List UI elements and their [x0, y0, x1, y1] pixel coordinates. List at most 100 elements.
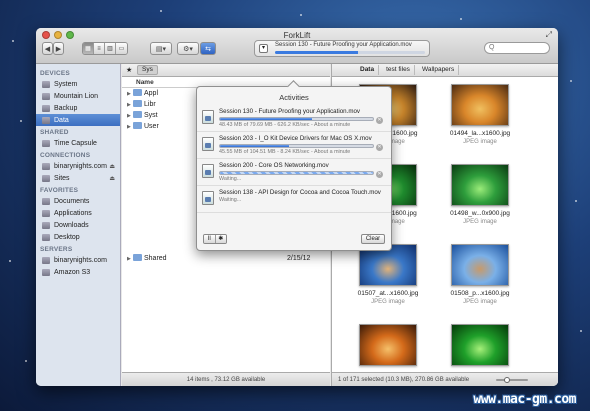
task-info: 48.43 MB of 79.69 MB - 626.2 KB/sec - Ab… — [219, 122, 351, 128]
image-thumbnail[interactable] — [451, 324, 509, 366]
icon-view-icon[interactable]: ▦ — [83, 43, 94, 54]
zoom-slider[interactable] — [496, 377, 528, 383]
sidebar-item[interactable]: Mountain Lion — [36, 90, 120, 102]
sidebar-item[interactable]: Data — [36, 114, 120, 126]
activity-task[interactable]: Session 200 - Core OS Networking.mov ✕ Wai… — [197, 159, 391, 186]
left-pane-tab[interactable]: Sys — [137, 65, 158, 75]
thumbnail-item[interactable]: 01507_at...x1600.jpg JPEG image — [346, 240, 430, 320]
drive-icon — [42, 209, 50, 217]
fullscreen-icon[interactable]: ⤢ — [546, 30, 552, 40]
sidebar-item[interactable]: Backup — [36, 102, 120, 114]
thumbnail-filename: 01498_w...0x900.jpg — [450, 210, 510, 217]
thumbnail-filename: 01494_la...x1600.jpg — [449, 130, 511, 137]
task-name: Session 200 - Core OS Networking.mov — [219, 162, 329, 169]
clear-button[interactable]: Clear — [361, 234, 385, 244]
image-thumbnail[interactable] — [451, 244, 509, 286]
tab-wallpapers[interactable]: Wallpapers — [418, 65, 460, 75]
sidebar-item[interactable]: Desktop — [36, 231, 120, 243]
image-thumbnail[interactable] — [451, 164, 509, 206]
tab-data[interactable]: Data — [356, 65, 380, 75]
thumbnail-item[interactable]: 01508_p...x1600.jpg JPEG image — [438, 240, 522, 320]
image-thumbnail[interactable] — [451, 84, 509, 126]
column-view-icon[interactable]: ▥ — [105, 43, 116, 54]
activities-list: Session 130 - Future Proofing your Appli… — [197, 105, 391, 213]
movie-file-icon — [202, 137, 214, 151]
back-button[interactable]: ◀ — [42, 42, 53, 55]
folder-icon — [133, 254, 142, 261]
activity-label: Session 130 - Future Proofing your Appli… — [275, 42, 412, 48]
action-button[interactable]: ⚙▾ — [177, 42, 199, 55]
activity-task[interactable]: Session 138 - API Design for Cocoa and C… — [197, 186, 391, 213]
activity-progress — [275, 51, 425, 54]
sidebar-item-label: Mountain Lion — [54, 92, 98, 100]
eject-icon[interactable]: ⏏ — [109, 163, 115, 170]
coverflow-view-icon[interactable]: ▭ — [116, 43, 127, 54]
file-date: 2/15/12 — [287, 255, 311, 262]
drive-icon — [42, 233, 50, 241]
activities-popover: Activities Session 130 - Future Proofing… — [196, 86, 392, 251]
folder-icon — [133, 122, 142, 129]
drive-icon — [42, 197, 50, 205]
task-name: Session 138 - API Design for Cocoa and C… — [219, 189, 381, 196]
gear-button[interactable]: ✱ — [215, 235, 226, 243]
right-pane-tab-bar: Data test files Wallpapers — [332, 64, 558, 77]
sidebar-item[interactable]: Time Capsule — [36, 137, 120, 149]
sidebar-item[interactable]: Applications — [36, 207, 120, 219]
sync-icon: ⇆ — [205, 45, 211, 53]
view-mode-selector[interactable]: ▦ ≡ ▥ ▭ — [82, 42, 128, 55]
sidebar-item[interactable]: binarynights.com ⏏ — [36, 160, 120, 172]
arrange-button[interactable]: ▤▾ — [150, 42, 172, 55]
favorite-star-icon[interactable]: ★ — [126, 66, 134, 74]
folder-icon — [133, 100, 142, 107]
stop-icon[interactable]: ✕ — [376, 117, 383, 124]
sidebar-item[interactable]: Downloads — [36, 219, 120, 231]
sidebar-item[interactable]: System — [36, 78, 120, 90]
file-name: Appl — [144, 90, 159, 97]
drive-icon — [42, 221, 50, 229]
image-thumbnail[interactable] — [359, 324, 417, 366]
stop-icon[interactable]: ✕ — [376, 171, 383, 178]
pause-button[interactable]: II — [204, 235, 216, 243]
thumbnail-item[interactable]: 01494_la...x1600.jpg JPEG image — [438, 80, 522, 160]
file-name: User — [144, 123, 159, 130]
search-field[interactable]: Q — [484, 42, 550, 54]
activity-task[interactable]: Session 203 - I_O Kit Device Drivers for… — [197, 132, 391, 159]
activity-indicator[interactable]: ▾ Session 130 - Future Proofing your App… — [254, 40, 430, 57]
sidebar-section-title: CONNECTIONS — [40, 152, 91, 159]
right-status-text: 1 of 171 selected (10.3 MB), 270.86 GB a… — [338, 377, 470, 383]
sidebar-item-label: Documents — [54, 197, 90, 205]
file-row[interactable]: ▶ Shared 2/15/12 — [122, 253, 330, 264]
left-status-bar: 14 items , 73.12 GB available — [122, 372, 330, 386]
sidebar-item[interactable]: Documents — [36, 195, 120, 207]
thumbnail-filename: 01507_at...x1600.jpg — [357, 290, 419, 297]
sidebar-section-title: SHARED — [40, 129, 69, 136]
sync-button[interactable]: ⇆ — [200, 42, 216, 55]
list-view-icon[interactable]: ≡ — [94, 43, 105, 54]
eject-icon[interactable]: ⏏ — [109, 175, 115, 182]
drive-icon — [42, 139, 50, 147]
activities-footer: II ✱ Clear — [203, 234, 385, 246]
thumbnail-item[interactable]: 01498_w...0x900.jpg JPEG image — [438, 160, 522, 240]
drive-icon — [42, 174, 50, 182]
sidebar-item-label: Downloads — [54, 221, 89, 229]
activity-task[interactable]: Session 130 - Future Proofing your Appli… — [197, 105, 391, 132]
sidebar-item[interactable]: binarynights.com — [36, 254, 120, 266]
tab-test-files[interactable]: test files — [382, 65, 415, 75]
task-name: Session 203 - I_O Kit Device Drivers for… — [219, 135, 372, 142]
task-progress-bar — [219, 171, 374, 175]
sidebar-item[interactable]: Amazon S3 — [36, 266, 120, 278]
right-status-bar: 1 of 171 selected (10.3 MB), 270.86 GB a… — [332, 372, 558, 386]
file-name: Libr — [144, 101, 156, 108]
gear-icon: ⚙▾ — [183, 45, 193, 53]
sidebar-item[interactable]: Sites ⏏ — [36, 172, 120, 184]
stop-icon[interactable]: ✕ — [376, 144, 383, 151]
task-info: 45.55 MB of 104.51 MB - 8.24 KB/sec - Ab… — [219, 149, 351, 155]
drive-icon — [42, 256, 50, 264]
sidebar-section-title: FAVORITES — [40, 187, 79, 194]
task-info: Waiting... — [219, 176, 242, 182]
thumbnail-filetype: JPEG image — [371, 299, 405, 305]
movie-file-icon — [202, 191, 214, 205]
forward-button[interactable]: ▶ — [53, 42, 64, 55]
drive-icon — [42, 80, 50, 88]
drive-icon — [42, 268, 50, 276]
